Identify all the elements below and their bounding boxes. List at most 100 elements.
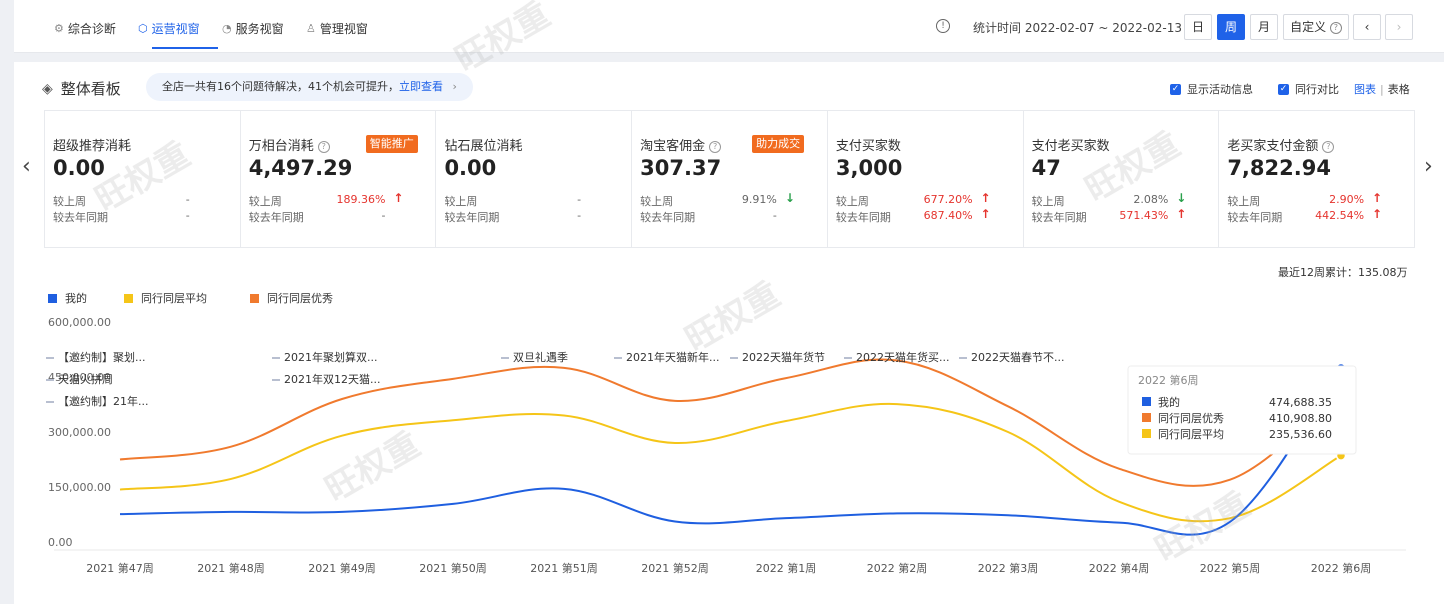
info-icon[interactable]: !: [936, 19, 950, 33]
arrow-down-icon: ↓: [784, 191, 795, 205]
x-tick-label: 2022 第4周: [1089, 561, 1150, 575]
yoy-label: 较去年同期: [1031, 211, 1087, 224]
period-month-button[interactable]: 月: [1250, 14, 1278, 40]
prev-period-button[interactable]: ‹: [1353, 14, 1381, 40]
metrics-prev-arrow[interactable]: ‹: [22, 154, 31, 179]
activity-marker: [959, 357, 967, 359]
show-activity-checkbox[interactable]: ✓ 显示活动信息: [1170, 81, 1253, 97]
arrow-down-icon: ↓: [1176, 191, 1187, 205]
help-icon: ?: [709, 141, 722, 153]
y-tick-label: 300,000.00: [48, 426, 111, 439]
wow-value: 677.20%: [923, 193, 973, 206]
metric-card[interactable]: 钻石展位消耗 0.00 较上周 较去年同期 - -: [436, 111, 633, 247]
chevron-right-icon: ›: [1424, 154, 1433, 179]
metric-tag[interactable]: 智能推广: [365, 135, 418, 153]
tooltip-swatch: [1142, 413, 1151, 422]
activity-label[interactable]: 天猫火拼周: [58, 372, 113, 386]
help-icon: ?: [317, 141, 330, 153]
arrow-up-icon: ↑: [1371, 191, 1383, 205]
wow-label: 较上周: [640, 195, 674, 208]
yoy-value: 442.54%: [1315, 209, 1365, 222]
wow-label: 较上周: [53, 195, 86, 208]
arrow-up-icon: ↑: [1176, 207, 1187, 221]
chevron-left-icon: ‹: [1364, 20, 1370, 34]
x-tick-label: 2021 第51周: [530, 561, 598, 575]
metric-card[interactable]: 超级推荐消耗 0.00 较上周 较去年同期 - -: [45, 111, 241, 247]
tab-operations[interactable]: ⬡ 运营视窗: [138, 19, 200, 39]
activity-label[interactable]: 2021年双12天猫...: [284, 372, 380, 386]
metric-value: 0.00: [444, 156, 497, 180]
activity-label[interactable]: 2021年聚划算双...: [284, 350, 377, 364]
activity-label[interactable]: 2021年天猫新年...: [626, 350, 719, 364]
x-tick-label: 2022 第1周: [756, 561, 817, 575]
tab-label: 运营视窗: [151, 22, 200, 36]
wow-value: -: [185, 193, 190, 206]
activity-marker: [730, 357, 738, 359]
yoy-label: 较去年同期: [640, 211, 696, 224]
yoy-value: -: [772, 209, 777, 222]
wow-value: 2.90%: [1329, 193, 1365, 206]
x-tick-label: 2022 第5周: [1200, 561, 1261, 575]
metrics-next-arrow[interactable]: ›: [1424, 154, 1433, 179]
period-custom-button[interactable]: 自定义 ?: [1283, 14, 1349, 40]
metric-card[interactable]: 支付老买家数 47 较上周 较去年同期 2.08% 571.43% ↓ ↑: [1024, 111, 1220, 247]
top-navigation-bar: ⚙ 综合诊断 ⬡ 运营视窗 ◔ 服务视窗 ♙ 管理视窗 ! 统计时间 2022-…: [14, 0, 1444, 53]
checkbox-checked-icon: ✓: [1170, 83, 1181, 95]
checkbox-label: 显示活动信息: [1187, 83, 1253, 96]
tooltip-series-value: 410,908.80: [1269, 412, 1332, 425]
activity-marker: [272, 379, 280, 381]
next-period-button[interactable]: ›: [1385, 14, 1413, 40]
chevron-right-icon: ›: [1396, 20, 1402, 34]
chevron-left-icon: ‹: [22, 154, 31, 179]
x-tick-label: 2022 第6周: [1311, 561, 1372, 575]
activity-label[interactable]: 2022天猫年货节: [742, 350, 825, 364]
activity-label[interactable]: 【邀约制】21年...: [58, 394, 149, 408]
wow-value: -: [577, 193, 582, 206]
metric-card[interactable]: 万相台消耗? 4,497.29 智能推广 较上周 较去年同期 189.36% - ↑: [241, 111, 437, 247]
activity-label[interactable]: 2022天猫春节不...: [971, 351, 1064, 364]
metric-name: 老买家支付金额?: [1227, 135, 1335, 154]
metric-value: 47: [1031, 156, 1061, 180]
view-now-link[interactable]: 立即查看: [399, 80, 443, 93]
metric-tag[interactable]: 助力成交: [752, 135, 805, 153]
chevron-right-icon: ›: [452, 80, 457, 93]
activity-label[interactable]: 2022天猫年货买...: [856, 350, 949, 364]
stat-time-range: 统计时间 2022-02-07 ~ 2022-02-13: [973, 21, 1182, 35]
tooltip-title: 2022 第6周: [1138, 373, 1199, 387]
chart-view-link[interactable]: 图表: [1354, 83, 1376, 96]
metric-value: 3,000: [835, 156, 903, 180]
metric-name: 超级推荐消耗: [53, 139, 132, 154]
period-day-button[interactable]: 日: [1184, 14, 1212, 40]
arrow-up-icon: ↑: [1371, 207, 1383, 221]
wow-value: 189.36%: [336, 193, 386, 206]
help-icon: ?: [1322, 141, 1335, 153]
yoy-label: 较去年同期: [835, 211, 891, 224]
metric-name: 淘宝客佣金?: [640, 135, 722, 154]
panel-title-text: 整体看板: [60, 80, 121, 98]
tab-service[interactable]: ◔ 服务视窗: [222, 19, 284, 39]
y-tick-label: 150,000.00: [48, 481, 111, 494]
x-tick-label: 2021 第49周: [308, 561, 376, 575]
metric-name: 支付买家数: [835, 139, 901, 154]
metric-card[interactable]: 老买家支付金额? 7,822.94 较上周 较去年同期 2.90% 442.54% ↑ ↑: [1219, 111, 1414, 247]
peer-compare-checkbox[interactable]: ✓ 同行对比: [1278, 81, 1339, 97]
activity-label[interactable]: 【邀约制】聚划...: [58, 350, 146, 364]
trend-line-chart[interactable]: 600,000.00450,000.00300,000.00150,000.00…: [14, 300, 1444, 604]
tooltip-series-value: 474,688.35: [1269, 396, 1332, 409]
table-view-link[interactable]: 表格: [1388, 83, 1410, 96]
tooltip-series-value: 235,536.60: [1269, 428, 1332, 441]
metric-card[interactable]: 淘宝客佣金? 307.37 助力成交 较上周 较去年同期 9.91% - ↓: [632, 111, 828, 247]
yoy-value: -: [577, 209, 582, 222]
arrow-up-icon: ↑: [980, 207, 991, 221]
checkbox-label: 同行对比: [1295, 83, 1339, 96]
tab-management[interactable]: ♙ 管理视窗: [306, 19, 368, 39]
activity-marker: [272, 357, 280, 359]
tab-label: 服务视窗: [235, 22, 284, 36]
metrics-row: 超级推荐消耗 0.00 较上周 较去年同期 - - 万相台消耗? 4,497.29 智能推广 较上…: [44, 110, 1415, 248]
tab-diagnosis[interactable]: ⚙ 综合诊断: [54, 19, 116, 39]
x-tick-label: 2022 第3周: [978, 561, 1039, 575]
activity-label[interactable]: 双旦礼遇季: [513, 350, 568, 364]
metric-card[interactable]: 支付买家数 3,000 较上周 较去年同期 677.20% 687.40% ↑ ↑: [828, 111, 1024, 247]
period-week-button[interactable]: 周: [1217, 14, 1245, 40]
wow-label: 较上周: [444, 195, 478, 208]
